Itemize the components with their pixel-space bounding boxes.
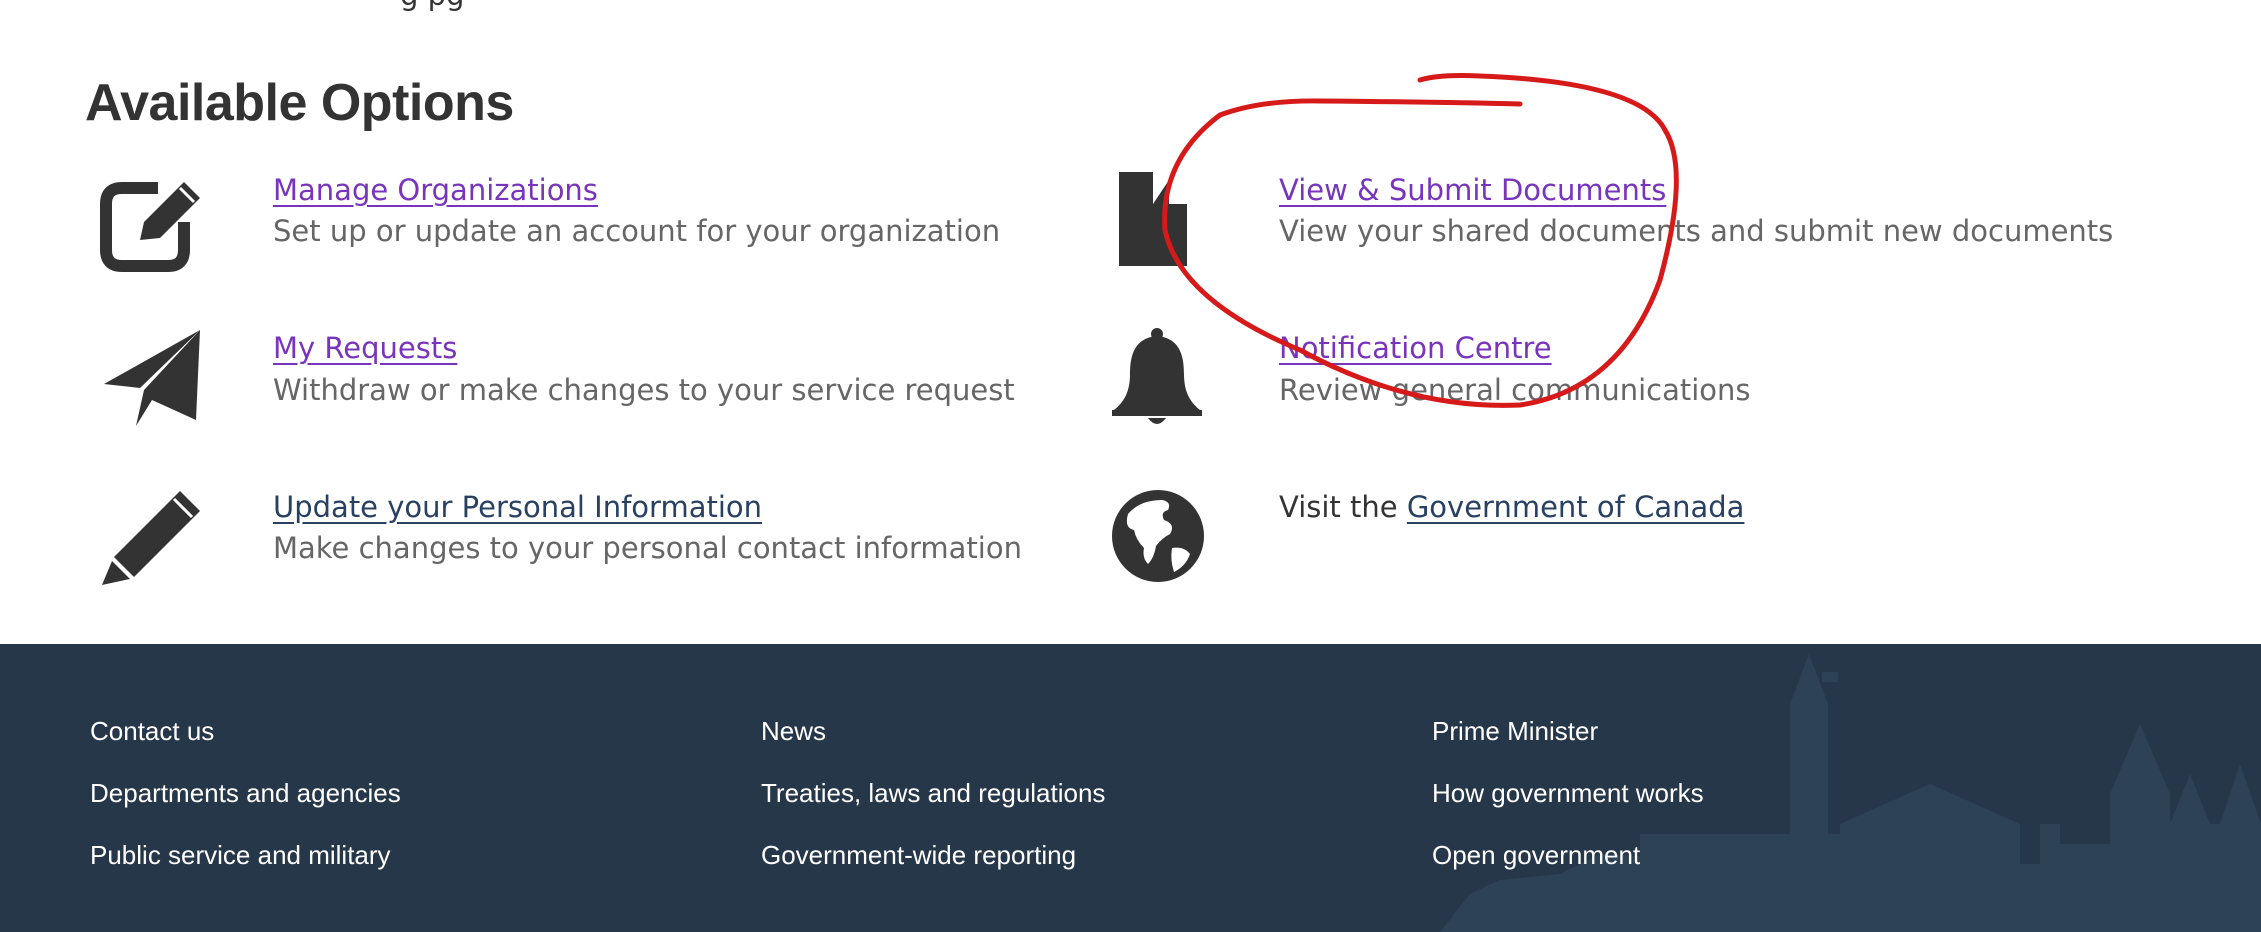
view-submit-documents-link[interactable]: View & Submit Documents: [1279, 173, 1666, 207]
my-requests-description: Withdraw or make changes to your service…: [273, 373, 1015, 407]
footer-link-departments[interactable]: Departments and agencies: [90, 762, 401, 824]
footer-link-prime-minister[interactable]: Prime Minister: [1432, 700, 1704, 762]
footer: Contact us Departments and agencies Publ…: [0, 644, 2261, 932]
update-personal-information-description: Make changes to your personal contact in…: [273, 531, 1022, 565]
footer-link-news[interactable]: News: [761, 700, 1105, 762]
send-icon: [104, 330, 200, 426]
footer-link-contact-us[interactable]: Contact us: [90, 700, 401, 762]
globe-icon: [1112, 490, 1204, 582]
edit-icon: [100, 182, 200, 272]
footer-link-public-service[interactable]: Public service and military: [90, 824, 401, 886]
government-of-canada-link[interactable]: Government of Canada: [1407, 490, 1745, 524]
pencil-icon: [102, 491, 200, 585]
update-personal-information-link[interactable]: Update your Personal Information: [273, 490, 762, 524]
notification-centre-description: Review general communications: [1279, 373, 1751, 407]
visit-prefix: Visit the: [1279, 490, 1398, 524]
footer-link-reporting[interactable]: Government-wide reporting: [761, 824, 1105, 886]
footer-column-1: Contact us Departments and agencies Publ…: [90, 700, 401, 886]
footer-link-treaties[interactable]: Treaties, laws and regulations: [761, 762, 1105, 824]
footer-column-3: Prime Minister How government works Open…: [1432, 700, 1704, 886]
notification-centre-link[interactable]: Notification Centre: [1279, 331, 1552, 365]
my-requests-link[interactable]: My Requests: [273, 331, 457, 365]
footer-link-open-government[interactable]: Open government: [1432, 824, 1704, 886]
footer-column-2: News Treaties, laws and regulations Gove…: [761, 700, 1105, 886]
footer-link-how-government-works[interactable]: How government works: [1432, 762, 1704, 824]
manage-organizations-link[interactable]: Manage Organizations: [273, 173, 598, 207]
view-submit-documents-description: View your shared documents and submit ne…: [1279, 214, 2114, 248]
cut-off-text: g pg: [400, 0, 464, 12]
document-icon: [1119, 172, 1187, 266]
bell-icon: [1112, 328, 1202, 424]
page-title: Available Options: [85, 74, 514, 132]
manage-organizations-description: Set up or update an account for your org…: [273, 214, 1001, 248]
